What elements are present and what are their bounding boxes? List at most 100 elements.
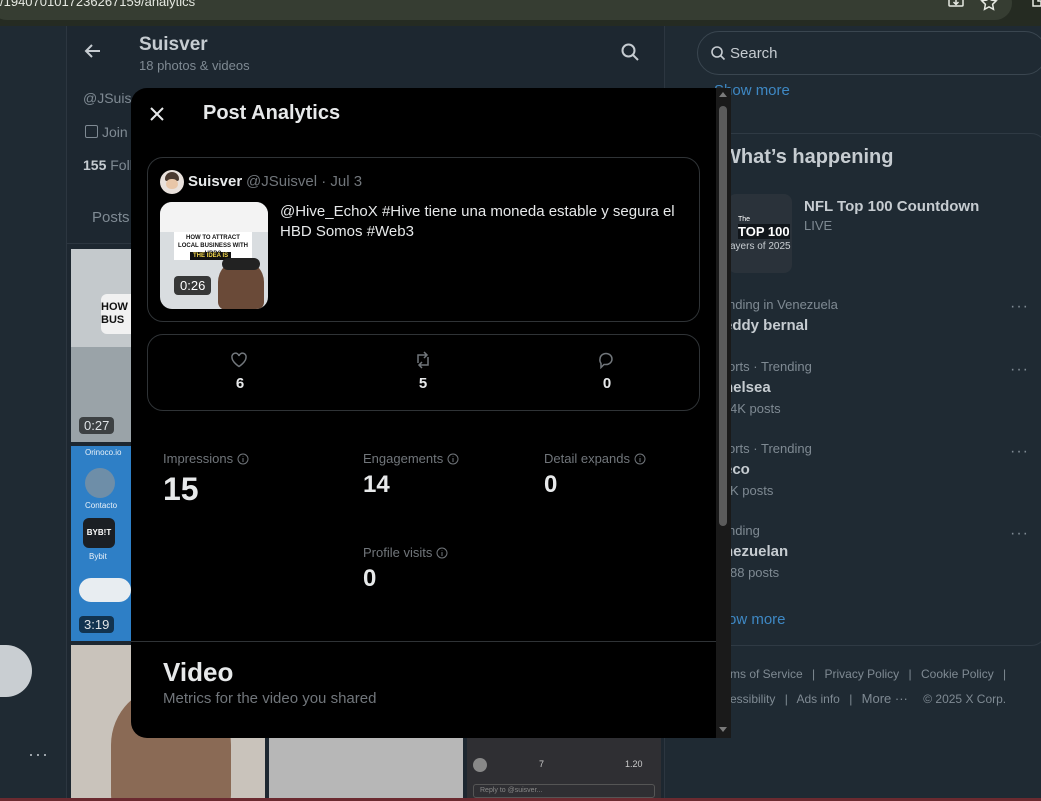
- info-icon[interactable]: [237, 453, 249, 465]
- thumb-circle: [85, 468, 115, 498]
- engagements-label-text: Engagements: [363, 451, 444, 466]
- footer-links-row: essibility | Ads info | More ··· © 2025 …: [730, 691, 1006, 706]
- footer-separator: |: [1003, 667, 1007, 681]
- trend-name[interactable]: nezuelan: [724, 543, 788, 560]
- media-thumb[interactable]: Orinoco.io Contacto BYB!T Bybit 3:19: [71, 446, 131, 641]
- trend-more-icon[interactable]: ···: [1010, 443, 1029, 461]
- scrollbar-thumb[interactable]: [719, 106, 727, 526]
- more-link[interactable]: More ···: [862, 691, 908, 706]
- modal-title: Post Analytics: [203, 102, 341, 124]
- video-duration: 3:19: [79, 616, 115, 633]
- trend-category: nding in Venezuela: [728, 297, 838, 312]
- video-duration: 0:26: [174, 276, 212, 295]
- following-label: Foll: [110, 157, 133, 173]
- avatar-face: [166, 179, 178, 189]
- terms-link[interactable]: ms of Service: [730, 667, 803, 681]
- impressions-label: Impressions: [163, 451, 249, 466]
- bookmark-star-icon[interactable]: [980, 0, 998, 11]
- copyright: © 2025 X Corp.: [923, 692, 1007, 706]
- engagements-label: Engagements: [363, 451, 459, 466]
- impressions-value: 15: [163, 471, 199, 507]
- post-meta: @JSuisvel · Jul 3: [246, 173, 363, 190]
- tab-posts[interactable]: Posts: [92, 209, 130, 226]
- nfl-img-text: ayers of 2025: [730, 241, 791, 252]
- search-icon[interactable]: [620, 42, 640, 62]
- trend-post-count: K posts: [730, 483, 774, 498]
- joined-label: Join: [102, 124, 128, 140]
- url-text[interactable]: /1940701017236267159/analytics: [0, 0, 195, 9]
- following-number: 155: [83, 157, 107, 173]
- detail-expands-label-text: Detail expands: [544, 451, 630, 466]
- nfl-img-text: The: [738, 216, 751, 223]
- following-count[interactable]: 155 Foll: [83, 157, 133, 173]
- replies-count: 0: [602, 375, 612, 392]
- footer-separator: |: [812, 667, 816, 681]
- back-arrow-icon[interactable]: [82, 40, 104, 62]
- trend-more-icon[interactable]: ···: [1010, 525, 1029, 543]
- trend-category: orts · Trending: [728, 359, 812, 374]
- profile-visits-label-text: Profile visits: [363, 545, 433, 560]
- nfl-thumbnail[interactable]: The TOP 100 ayers of 2025: [728, 194, 792, 273]
- thumb-logo: BYB!T: [83, 518, 115, 548]
- media-thumb[interactable]: HOW BUS 0:27: [71, 249, 131, 442]
- close-icon[interactable]: [148, 105, 166, 123]
- thumb-views: 1.20: [625, 759, 643, 769]
- thumb-text: Contacto: [85, 501, 118, 510]
- profile-handle: @JSuis: [83, 90, 132, 106]
- footer-separator: |: [908, 667, 912, 681]
- trend-category: nding: [728, 523, 760, 538]
- video-section-subtitle: Metrics for the video you shared: [163, 690, 377, 707]
- info-icon[interactable]: [436, 547, 448, 559]
- reply-icon: [597, 351, 615, 370]
- thumb-text: HOW: [101, 301, 128, 313]
- trend-more-icon[interactable]: ···: [1010, 298, 1029, 316]
- footer-links-row: ms of Service | Privacy Policy | Cookie …: [730, 667, 1012, 681]
- media-thumb[interactable]: [269, 738, 463, 801]
- repost-icon: [414, 351, 432, 369]
- trend-post-count: 4K posts: [730, 401, 781, 416]
- heart-icon: [230, 351, 248, 369]
- search-icon: [710, 45, 726, 61]
- detail-expands-label: Detail expands: [544, 451, 646, 466]
- avatar[interactable]: [160, 170, 184, 194]
- thumb-avatar: [473, 758, 487, 772]
- more-options-icon[interactable]: ···: [28, 744, 49, 765]
- trend-name[interactable]: eddy bernal: [724, 317, 808, 334]
- post-author[interactable]: Suisver: [188, 173, 242, 190]
- video-duration: 0:27: [79, 417, 115, 434]
- nfl-event-title[interactable]: NFL Top 100 Countdown: [804, 198, 979, 215]
- ads-info-link[interactable]: Ads info: [797, 692, 840, 706]
- show-more-link[interactable]: ow more: [728, 611, 786, 628]
- impressions-label-text: Impressions: [163, 451, 234, 466]
- info-icon[interactable]: [634, 453, 646, 465]
- detail-expands-value: 0: [544, 471, 558, 498]
- footer-separator: |: [849, 692, 853, 706]
- install-app-icon[interactable]: [947, 0, 965, 8]
- trend-more-icon[interactable]: ···: [1010, 361, 1029, 379]
- cookie-link[interactable]: Cookie Policy: [921, 667, 994, 681]
- profile-name: Suisver: [139, 34, 208, 55]
- profile-visits-value: 0: [363, 565, 377, 592]
- search-placeholder: Search: [730, 45, 778, 62]
- likes-count: 6: [235, 375, 245, 392]
- engagements-value: 14: [363, 471, 390, 498]
- thumb-likes: 7: [539, 759, 545, 769]
- thumb-bg: [160, 202, 268, 232]
- joined-date: Join: [85, 124, 128, 140]
- media-thumb[interactable]: 7 1.20 Reply to @suisver...: [467, 738, 661, 801]
- calendar-icon: [85, 125, 98, 138]
- thumb-text: Bybit: [89, 552, 107, 561]
- thumb-reply: Reply to @suisver...: [473, 784, 655, 798]
- scroll-down-arrow-icon[interactable]: [719, 727, 727, 732]
- trend-name[interactable]: helsea: [724, 379, 771, 396]
- nfl-live-badge: LIVE: [804, 218, 833, 233]
- extensions-icon[interactable]: [1030, 0, 1041, 8]
- profile-visits-label: Profile visits: [363, 545, 448, 560]
- info-icon[interactable]: [447, 453, 459, 465]
- privacy-link[interactable]: Privacy Policy: [825, 667, 900, 681]
- profile-media-count: 18 photos & videos: [139, 58, 250, 73]
- trend-category: orts · Trending: [728, 441, 812, 456]
- accessibility-link[interactable]: essibility: [730, 692, 775, 706]
- scroll-up-arrow-icon[interactable]: [719, 92, 727, 97]
- thumb-search: [79, 578, 131, 602]
